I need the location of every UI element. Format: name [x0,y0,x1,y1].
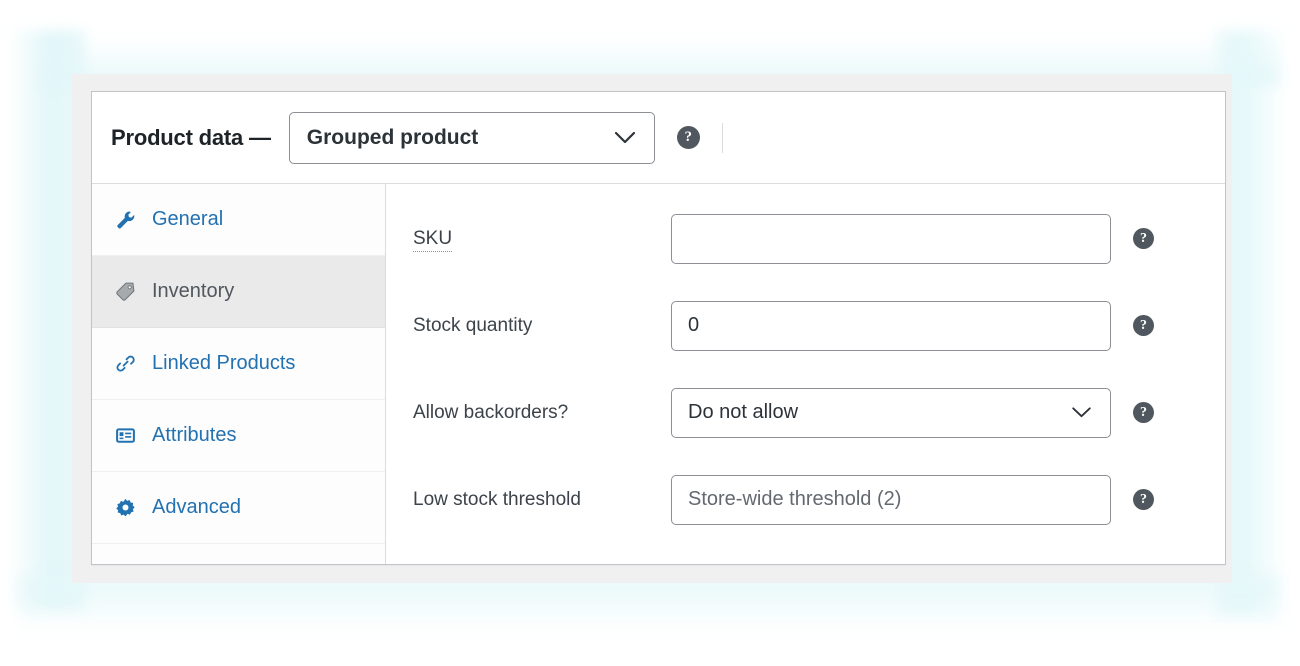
chevron-down-icon [614,131,636,144]
sku-input[interactable] [671,213,1111,264]
help-tip-icon-allow-backorders[interactable]: ? [1133,402,1154,423]
product-data-header: Product data — Grouped product ? [92,92,1225,184]
tag-icon [114,281,136,303]
chevron-down-icon [1071,406,1093,419]
page-title: Product data — [111,124,271,150]
wrench-icon [114,209,136,231]
help-tip-icon-sku[interactable]: ? [1133,228,1154,249]
field-row-sku: SKU ? [386,195,1225,282]
list-box-icon [114,425,136,447]
low-stock-threshold-placeholder: Store-wide threshold (2) [688,488,902,510]
low-stock-threshold-input[interactable]: Store-wide threshold (2) [671,474,1111,525]
link-icon [114,353,136,375]
product-type-select[interactable]: Grouped product [288,111,655,164]
product-data-body: General Inventory Linked Products Attrib… [92,184,1225,564]
sidebar-item-general[interactable]: General [92,184,385,256]
product-data-tabs: General Inventory Linked Products Attrib… [92,184,386,564]
sidebar-item-inventory[interactable]: Inventory [92,256,385,328]
sidebar-item-linked-products[interactable]: Linked Products [92,328,385,400]
sidebar-item-label: Linked Products [152,352,296,374]
sidebar-item-label: Attributes [152,424,237,446]
header-divider [721,122,723,153]
allow-backorders-selected-value: Do not allow [688,401,799,423]
sidebar-item-advanced[interactable]: Advanced [92,472,385,544]
background-glow-bottom [20,576,1280,634]
stock-quantity-label: Stock quantity [413,314,533,336]
gear-icon [114,497,136,519]
tabs-filler [92,544,385,564]
allow-backorders-label: Allow backorders? [413,401,569,423]
product-data-metabox: Product data — Grouped product ? General [91,91,1226,565]
sidebar-item-label: Inventory [152,280,235,302]
sku-label-text: SKU [413,227,453,252]
stock-quantity-input-value: 0 [688,314,700,336]
product-type-selected-value: Grouped product [306,125,479,149]
field-row-stock-quantity: Stock quantity 0 ? [386,282,1225,369]
low-stock-threshold-label: Low stock threshold [413,488,581,510]
stock-quantity-input[interactable]: 0 [671,300,1111,351]
field-row-allow-backorders: Allow backorders? Do not allow ? [386,369,1225,456]
field-row-low-stock-threshold: Low stock threshold Store-wide threshold… [386,456,1225,543]
allow-backorders-select[interactable]: Do not allow [671,387,1111,438]
sku-label: SKU [386,227,671,252]
help-tip-icon-low-stock-threshold[interactable]: ? [1133,489,1154,510]
sidebar-item-attributes[interactable]: Attributes [92,400,385,472]
sidebar-item-label: General [152,208,224,230]
help-tip-icon-stock-quantity[interactable]: ? [1133,315,1154,336]
inventory-fields-panel: SKU ? Stock quantity 0 ? Allow backorder… [386,184,1225,564]
help-tip-icon[interactable]: ? [676,126,700,149]
sidebar-item-label: Advanced [152,496,241,518]
